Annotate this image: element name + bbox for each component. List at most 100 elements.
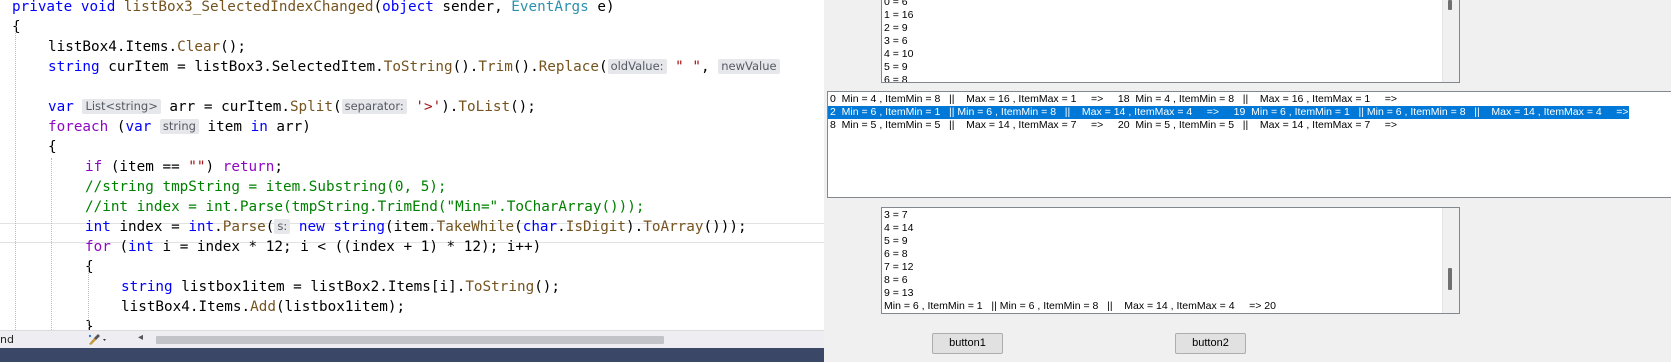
code-token: ). bbox=[626, 219, 644, 235]
code-line[interactable]: private void listBox3_SelectedIndexChang… bbox=[12, 0, 615, 17]
code-token: arr = curItem. bbox=[160, 99, 290, 115]
code-line[interactable]: var List<string> arr = curItem.Split(sep… bbox=[48, 97, 536, 117]
code-token: '>' bbox=[415, 99, 442, 115]
winforms-window: 0 = 61 = 16 2 = 93 = 64 = 10 5 = 96 = 8 0 … bbox=[824, 0, 1671, 362]
code-token: curItem = listBox3.SelectedItem. bbox=[108, 59, 384, 75]
code-line[interactable]: if (item == "") return; bbox=[85, 157, 283, 177]
code-token: { bbox=[48, 139, 57, 155]
scroll-thumb[interactable] bbox=[1448, 0, 1452, 10]
list-item[interactable]: 2 = 9 bbox=[882, 22, 914, 35]
inlay-hint: separator: bbox=[341, 99, 407, 114]
list-item[interactable]: 3 = 6 bbox=[882, 35, 914, 48]
code-line[interactable]: for (int i = index * 12; i < ((index + 1… bbox=[85, 237, 541, 257]
code-token: ( bbox=[598, 59, 608, 75]
list-item[interactable]: 4 = 14 bbox=[882, 222, 1276, 235]
code-token: (); bbox=[220, 39, 246, 55]
list-item[interactable]: 9 = 13 bbox=[882, 287, 1276, 300]
code-token: Replace bbox=[538, 59, 599, 75]
code-line[interactable]: listBox4.Items.Add(listbox1item); bbox=[121, 297, 405, 317]
scroll-thumb[interactable] bbox=[1448, 268, 1452, 290]
code-editor[interactable]: private void listBox3_SelectedIndexChang… bbox=[0, 0, 824, 362]
code-token: ( bbox=[333, 99, 342, 115]
code-token: ( bbox=[514, 219, 523, 235]
code-token: item bbox=[198, 119, 251, 135]
code-token: i = index * 12; i < ((index + 1) * 12); … bbox=[162, 239, 542, 255]
list-item[interactable]: 4 = 10 bbox=[882, 48, 914, 61]
indent-guide bbox=[15, 22, 16, 330]
code-token: //int index = int.Parse(tmpString.TrimEn… bbox=[85, 199, 645, 215]
code-token: new bbox=[298, 219, 334, 235]
list-item[interactable]: 6 = 8 bbox=[882, 74, 914, 82]
code-line[interactable]: string listbox1item = listBox2.Items[i].… bbox=[121, 277, 560, 297]
code-token: var bbox=[48, 99, 83, 115]
list-item[interactable]: 0 Min = 4 , ItemMin = 8 || Max = 16 , It… bbox=[828, 93, 1629, 106]
code-token: Clear bbox=[177, 39, 221, 55]
code-token: string bbox=[333, 219, 385, 235]
code-token: (item == bbox=[110, 159, 189, 175]
code-token: foreach bbox=[48, 119, 117, 135]
code-token: { bbox=[12, 19, 21, 35]
code-token: (). bbox=[512, 59, 539, 75]
list-item[interactable]: 5 = 9 bbox=[882, 235, 1276, 248]
code-line[interactable]: listBox4.Items.Clear(); bbox=[48, 37, 246, 57]
code-token: ())); bbox=[703, 219, 747, 235]
list-item[interactable]: 2 Min = 6 , ItemMin = 1 || Min = 6 , Ite… bbox=[828, 106, 1629, 119]
button2[interactable]: button2 bbox=[1175, 333, 1246, 354]
code-line[interactable]: //string tmpString = item.Substring(0, 5… bbox=[85, 177, 447, 197]
list-item[interactable]: 3 = 7 bbox=[882, 209, 1276, 222]
code-token: { bbox=[85, 259, 94, 275]
code-token: ( bbox=[265, 219, 275, 235]
list-item[interactable]: 1 = 16 bbox=[882, 9, 914, 22]
code-area[interactable]: private void listBox3_SelectedIndexChang… bbox=[0, 0, 824, 335]
code-token: TakeWhile bbox=[436, 219, 515, 235]
list-item[interactable]: 0 = 6 bbox=[882, 0, 914, 9]
code-token: (); bbox=[534, 279, 561, 295]
code-token: , bbox=[701, 59, 719, 75]
code-token: Parse bbox=[222, 219, 266, 235]
code-token: ToString bbox=[383, 59, 453, 75]
code-token: for bbox=[85, 239, 120, 255]
code-token: //string tmpString = item.Substring(0, 5… bbox=[85, 179, 447, 195]
code-line[interactable]: //int index = int.Parse(tmpString.TrimEn… bbox=[85, 197, 644, 217]
listbox-values[interactable]: 0 = 61 = 16 2 = 93 = 64 = 10 5 = 96 = 8 bbox=[881, 0, 1460, 83]
code-line[interactable]: { bbox=[48, 137, 57, 157]
code-token: int bbox=[85, 219, 120, 235]
vertical-scrollbar[interactable] bbox=[1442, 208, 1459, 313]
list-item[interactable]: 6 = 8 bbox=[882, 248, 1276, 261]
code-token: listBox3_SelectedIndexChanged bbox=[123, 0, 374, 15]
code-line[interactable]: foreach (var string item in arr) bbox=[48, 117, 311, 137]
code-token: return bbox=[222, 159, 275, 175]
code-line[interactable]: int index = int.Parse(s: new string(item… bbox=[85, 217, 747, 237]
code-token: . bbox=[214, 219, 223, 235]
code-token: if bbox=[85, 159, 111, 175]
code-token: (). bbox=[452, 59, 479, 75]
code-token: int bbox=[188, 219, 215, 235]
list-item[interactable]: Min = 6 , ItemMin = 1 || Min = 6 , ItemM… bbox=[882, 300, 1276, 313]
vertical-scrollbar[interactable] bbox=[1442, 0, 1459, 82]
listbox-detail[interactable]: 3 = 74 = 14 5 = 96 = 87 = 12 8 = 69 = 13 Mi… bbox=[881, 207, 1460, 314]
indent-guide bbox=[88, 262, 89, 330]
code-line[interactable]: { bbox=[12, 17, 21, 37]
button1[interactable]: button1 bbox=[932, 333, 1003, 354]
editor-horizontal-scrollbar[interactable]: nd ◂ bbox=[0, 330, 824, 349]
inlay-hint: string bbox=[159, 119, 199, 134]
scroll-left-arrow-icon[interactable]: ◂ bbox=[138, 332, 143, 343]
inlay-hint: List<string> bbox=[82, 99, 161, 114]
list-item[interactable]: 8 = 6 bbox=[882, 274, 1276, 287]
list-item[interactable]: 7 = 12 bbox=[882, 261, 1276, 274]
listbox-results[interactable]: 0 Min = 4 , ItemMin = 8 || Max = 16 , It… bbox=[827, 91, 1671, 198]
code-token: (); bbox=[510, 99, 536, 115]
code-token: ; bbox=[274, 159, 283, 175]
code-cleanup-brush-icon[interactable] bbox=[86, 332, 110, 347]
list-item[interactable]: 5 = 9 bbox=[882, 61, 914, 74]
list-item[interactable]: 8 Min = 5 , ItemMin = 5 || Max = 14 , It… bbox=[828, 119, 1629, 132]
code-token: void bbox=[80, 0, 124, 15]
code-line[interactable]: string curItem = listBox3.SelectedItem.T… bbox=[48, 57, 780, 77]
code-token: private bbox=[12, 0, 81, 15]
horizontal-scroll-thumb[interactable] bbox=[156, 336, 664, 344]
code-token: ToString bbox=[465, 279, 535, 295]
code-token: IsDigit bbox=[565, 219, 627, 235]
code-line[interactable]: { bbox=[85, 257, 94, 277]
